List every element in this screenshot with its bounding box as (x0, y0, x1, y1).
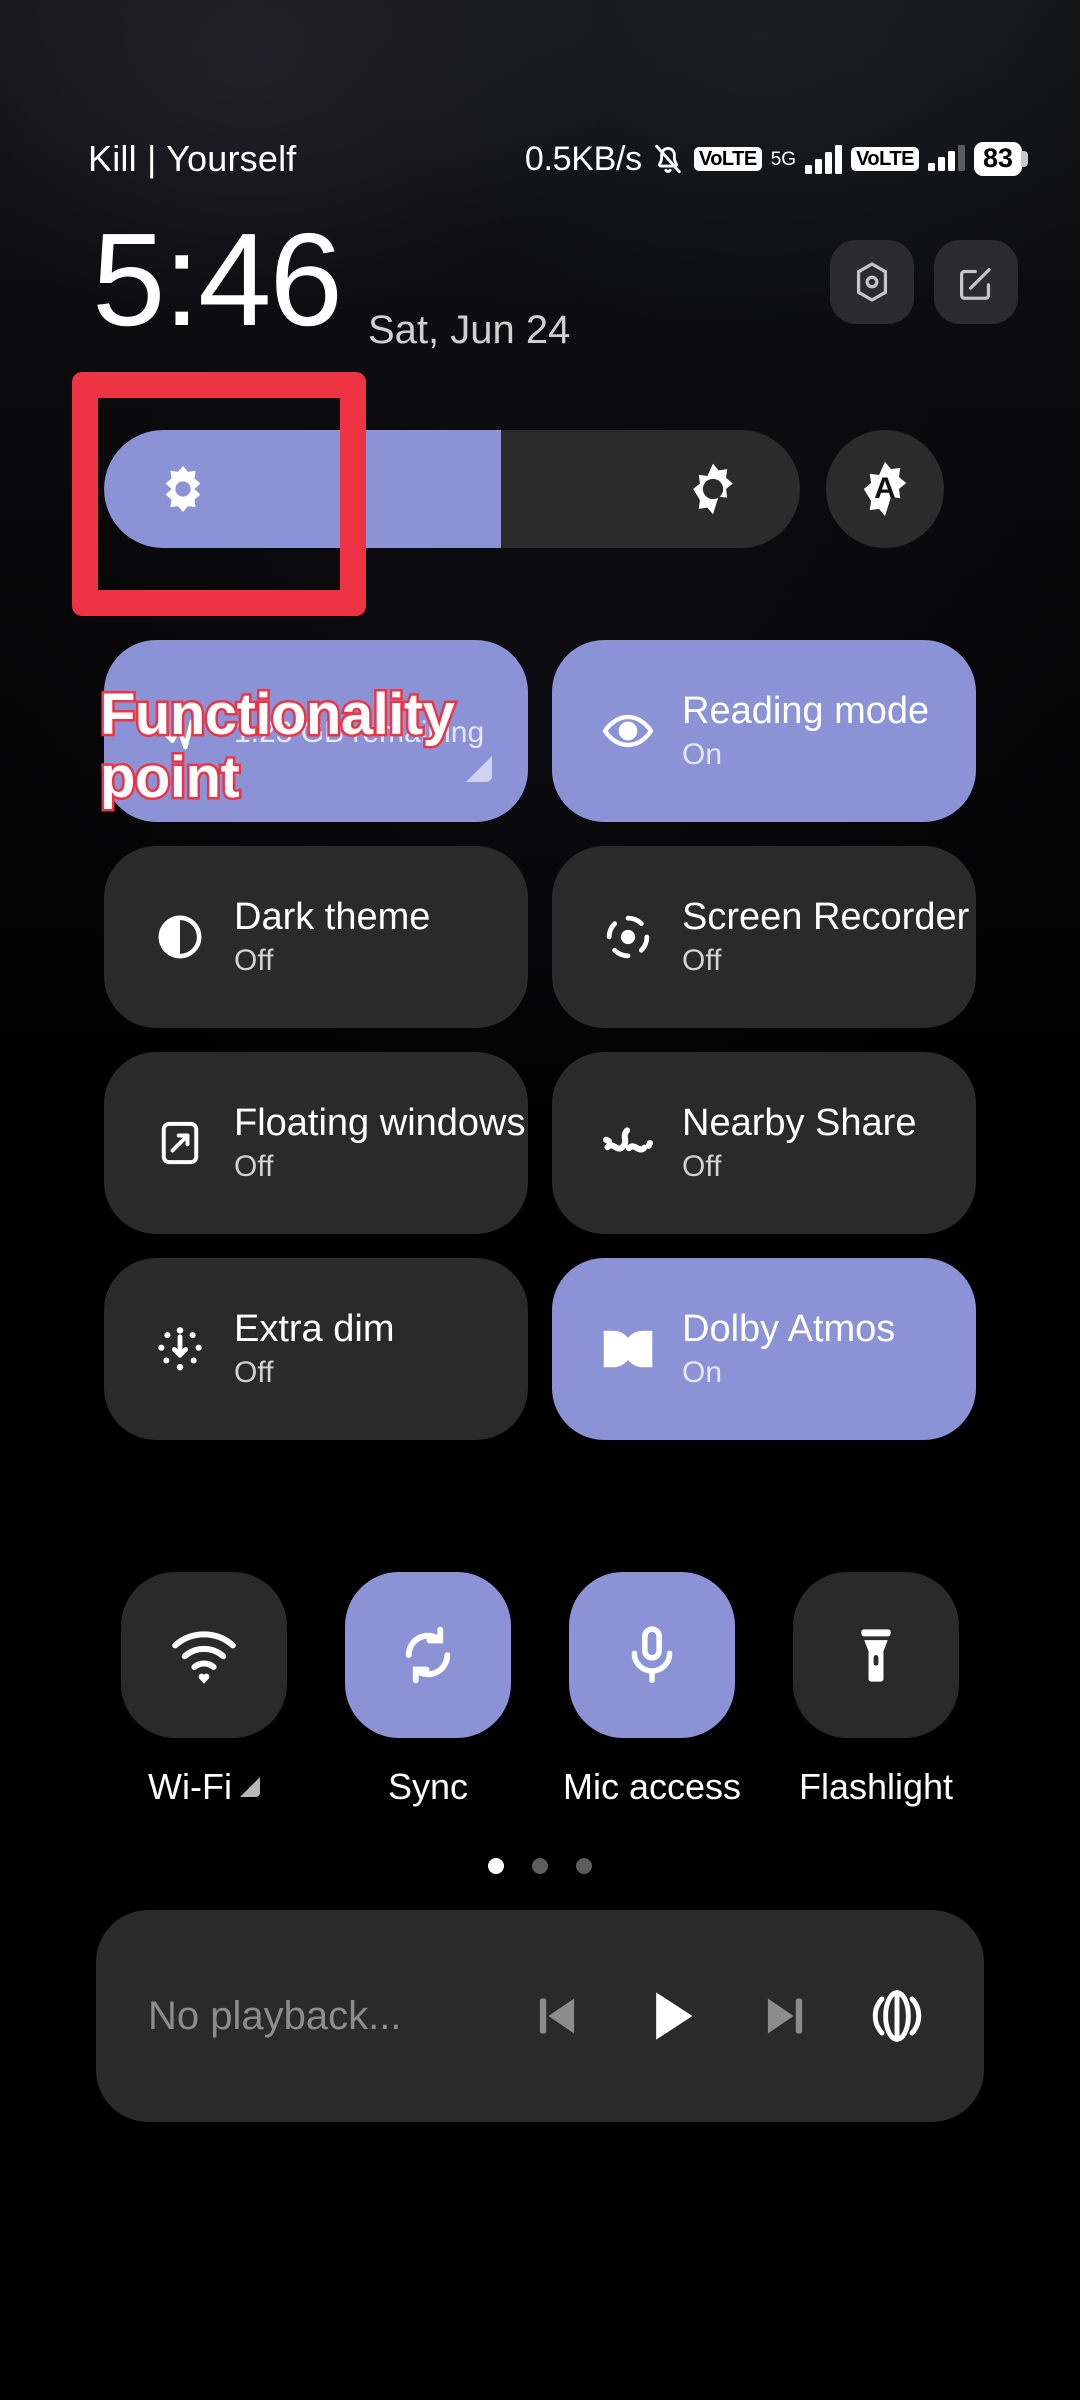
quick-toggle-sync-group: Sync (328, 1572, 528, 1808)
cast-output-icon[interactable] (866, 1985, 928, 2047)
volte-badge-sim2: VoLTE (851, 147, 919, 171)
quick-toggle-label: Wi-Fi (148, 1766, 232, 1807)
auto-brightness-button[interactable]: A (826, 430, 944, 548)
signal-bars-sim2 (927, 145, 965, 171)
tile-subtitle: Off (234, 1355, 274, 1389)
tile-title: Dark theme (234, 895, 431, 938)
tile-row-3: Floating windows Off Nearby Share Off (0, 1052, 1080, 1234)
auto-brightness-icon: A (854, 458, 916, 520)
tile-subtitle: Off (682, 943, 722, 977)
quick-toggle-label: Mic access (562, 1766, 742, 1807)
battery-percent-label: 83 (973, 142, 1022, 176)
tile-title: Nearby Share (682, 1101, 917, 1144)
quick-toggle-wifi-label-group: Wi-Fi (148, 1766, 260, 1808)
quick-toggle-flashlight-label-group: Flashlight (799, 1766, 953, 1808)
carrier-label: Kill | Yourself (88, 138, 297, 179)
tile-subtitle: Off (234, 1149, 274, 1183)
tile-screen-recorder[interactable]: Screen Recorder Off (552, 846, 976, 1028)
skip-previous-icon[interactable] (530, 1989, 584, 2043)
tile-title: Dolby Atmos (682, 1307, 896, 1350)
mobile-data-icon (152, 705, 208, 757)
wifi-icon (168, 1619, 240, 1691)
network-speed-label: 0.5KB/s (524, 139, 642, 178)
page-dot-3[interactable] (576, 1858, 592, 1874)
chevron-expand-icon[interactable] (239, 1777, 260, 1797)
status-bar: Kill | Yourself 0.5KB/s VoLTE 5G VoLTE 8… (0, 128, 1080, 190)
tile-floating-windows[interactable]: Floating windows Off (104, 1052, 528, 1234)
brightness-low-icon (156, 462, 210, 516)
quick-toggle-mic-label-group: Mic access (563, 1766, 741, 1808)
network-gen-group: 5G (771, 150, 796, 169)
quick-toggle-sync-label-group: Sync (388, 1766, 468, 1808)
quick-toggle-label: Flashlight (798, 1766, 954, 1807)
tile-subtitle: Off (682, 1149, 722, 1183)
tile-expand-indicator[interactable] (466, 756, 492, 782)
brightness-row: A (0, 430, 1080, 550)
quick-toggle-wifi[interactable] (121, 1572, 287, 1738)
brightness-high-icon (684, 460, 742, 518)
quick-toggle-flashlight[interactable] (793, 1572, 959, 1738)
tile-row-2: Dark theme Off Screen Recorder Off (0, 846, 1080, 1028)
nearby-share-icon (600, 1115, 656, 1171)
battery-indicator: 83 (973, 142, 1028, 176)
microphone-icon (619, 1622, 685, 1688)
volte-badge-sim1: VoLTE (693, 147, 762, 171)
floating-window-icon (152, 1118, 208, 1168)
quick-toggle-row: Wi-Fi Sync Mic access Flashlight (0, 1572, 1080, 1808)
tile-reading-mode[interactable]: Reading mode On (552, 640, 976, 822)
half-circle-icon (152, 912, 208, 962)
tile-subtitle: On (682, 1355, 723, 1389)
tile-subtitle: On (682, 737, 723, 771)
quick-settings-panel: Kill | Yourself 0.5KB/s VoLTE 5G VoLTE 8… (0, 0, 1080, 2400)
flashlight-icon (844, 1623, 908, 1687)
auto-brightness-label: A (874, 472, 896, 505)
clock-date[interactable]: Sat, Jun 24 (368, 308, 570, 353)
settings-button[interactable] (830, 240, 914, 324)
tile-extra-dim[interactable]: Extra dim Off (104, 1258, 528, 1440)
record-icon (600, 911, 656, 963)
brightness-slider[interactable] (104, 430, 800, 548)
media-player[interactable]: No playback... (96, 1910, 984, 2122)
clock-time[interactable]: 5:46 (92, 214, 343, 346)
tile-title: Extra dim (234, 1307, 395, 1350)
tile-mobile-data[interactable]: 1.23 GB remaining (104, 640, 528, 822)
settings-hexagon-icon (849, 259, 895, 305)
tile-row-1: 1.23 GB remaining Reading mode On (0, 640, 1080, 822)
tile-nearby-share[interactable]: Nearby Share Off (552, 1052, 976, 1234)
tile-grid: 1.23 GB remaining Reading mode On Dark t… (0, 640, 1080, 1464)
page-dot-1[interactable] (488, 1858, 504, 1874)
quick-toggle-flashlight-group: Flashlight (776, 1572, 976, 1808)
network-gen-label: 5G (770, 148, 797, 170)
tile-title: Floating windows (234, 1101, 526, 1144)
tile-title: Screen Recorder (682, 895, 970, 938)
edit-tiles-button[interactable] (934, 240, 1018, 324)
media-status-text: No playback... (148, 1993, 402, 2038)
tile-subtitle: 1.23 GB remaining (234, 715, 485, 749)
tile-dolby-atmos[interactable]: Dolby Atmos On (552, 1258, 976, 1440)
edit-pencil-icon (953, 259, 999, 305)
skip-next-icon[interactable] (758, 1989, 812, 2043)
bell-mute-icon (651, 142, 685, 176)
tile-title: Reading mode (682, 689, 930, 732)
sync-icon (393, 1620, 463, 1690)
tile-dark-theme[interactable]: Dark theme Off (104, 846, 528, 1028)
clock-header: 5:46 Sat, Jun 24 (0, 214, 1080, 353)
quick-toggle-mic-access[interactable] (569, 1572, 735, 1738)
quick-toggle-label: Sync (387, 1766, 469, 1807)
extra-dim-icon (152, 1323, 208, 1375)
page-indicator (0, 1858, 1080, 1874)
battery-cap (1021, 150, 1028, 167)
tile-subtitle: Off (234, 943, 274, 977)
eye-icon (600, 704, 656, 758)
play-icon[interactable] (638, 1983, 704, 2049)
dolby-icon (600, 1327, 656, 1371)
quick-toggle-sync[interactable] (345, 1572, 511, 1738)
quick-toggle-wifi-group: Wi-Fi (104, 1572, 304, 1808)
quick-toggle-mic-group: Mic access (552, 1572, 752, 1808)
signal-bars-sim1 (805, 144, 843, 174)
page-dot-2[interactable] (532, 1858, 548, 1874)
tile-row-4: Extra dim Off Dolby Atmos On (0, 1258, 1080, 1440)
